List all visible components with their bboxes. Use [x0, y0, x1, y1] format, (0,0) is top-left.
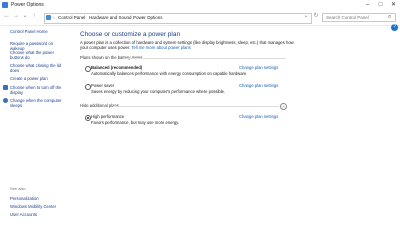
power-options-icon [2, 2, 8, 8]
sidebar-item-turn-off-display[interactable]: Choose when to turn off the display [10, 85, 68, 95]
breadcrumb-hardware-and-sound[interactable]: Hardware and Sound [89, 13, 132, 22]
change-settings-high-performance-link[interactable]: Change plan settings [239, 114, 278, 119]
sidebar-item-control-panel-home[interactable]: Control Panel Home [10, 29, 68, 34]
close-button[interactable]: ✕ [387, 0, 400, 10]
plan-desc-power-saver: Saves energy by reducing your computer's… [91, 89, 226, 94]
window-title: Power Options [11, 2, 44, 8]
control-panel-icon [46, 15, 51, 20]
monitor-icon [3, 85, 8, 90]
breadcrumb-power-options[interactable]: Power Options [133, 13, 163, 22]
intro-text: A power plan is a collection of hardware… [80, 40, 294, 50]
help-icon[interactable]: ? [391, 24, 398, 31]
tell-me-more-link[interactable]: Tell me more about power plans [131, 45, 190, 50]
forward-arrow-icon[interactable]: → [12, 12, 20, 20]
plan-name-balanced: Balanced (recommended) [91, 65, 143, 70]
see-also-personalization[interactable]: Personalization [10, 196, 68, 201]
breadcrumb-control-panel[interactable]: Control Panel [58, 13, 85, 22]
change-settings-power-saver-link[interactable]: Change plan settings [239, 83, 278, 88]
recent-dropdown-icon[interactable]: ⌄ [21, 12, 29, 20]
change-settings-balanced-link[interactable]: Change plan settings [239, 65, 278, 70]
plan-name-high-performance: High performance [91, 114, 125, 119]
search-placeholder: Search Control Panel [326, 15, 369, 20]
collapse-chevron-icon[interactable]: ˄ [280, 103, 287, 110]
plan-name-power-saver: Power saver [91, 83, 115, 88]
refresh-icon[interactable]: ↻ [312, 12, 320, 20]
plan-desc-high-performance: Favors performance, but may use more ene… [91, 120, 180, 125]
maximize-button[interactable]: □ [374, 0, 387, 10]
see-also-heading: See also [10, 186, 26, 191]
sidebar-item-create-plan[interactable]: Create a power plan [10, 76, 68, 81]
plan-desc-balanced: Automatically balances performance with … [91, 71, 248, 76]
sidebar-item-power-buttons[interactable]: Choose what the power buttons do [10, 50, 68, 60]
section-divider [113, 106, 279, 107]
sidebar-item-closing-lid[interactable]: Choose what closing the lid does [10, 63, 68, 73]
address-dropdown-icon[interactable]: ⌄ [302, 12, 310, 20]
see-also-user-accounts[interactable]: User Accounts [10, 212, 68, 217]
back-arrow-icon[interactable]: ← [3, 12, 11, 20]
up-arrow-icon[interactable]: ↑ [30, 12, 38, 20]
page-title: Choose or customize a power plan [80, 31, 181, 38]
sidebar-item-computer-sleeps[interactable]: Change when the computer sleeps [10, 98, 68, 108]
minimize-button[interactable]: – [361, 0, 374, 10]
section-divider [124, 58, 286, 59]
sleep-moon-icon [3, 98, 8, 103]
see-also-mobility-center[interactable]: Windows Mobility Center [10, 204, 68, 209]
search-icon[interactable]: ⌕ [388, 13, 391, 22]
title-bar [0, 0, 400, 10]
